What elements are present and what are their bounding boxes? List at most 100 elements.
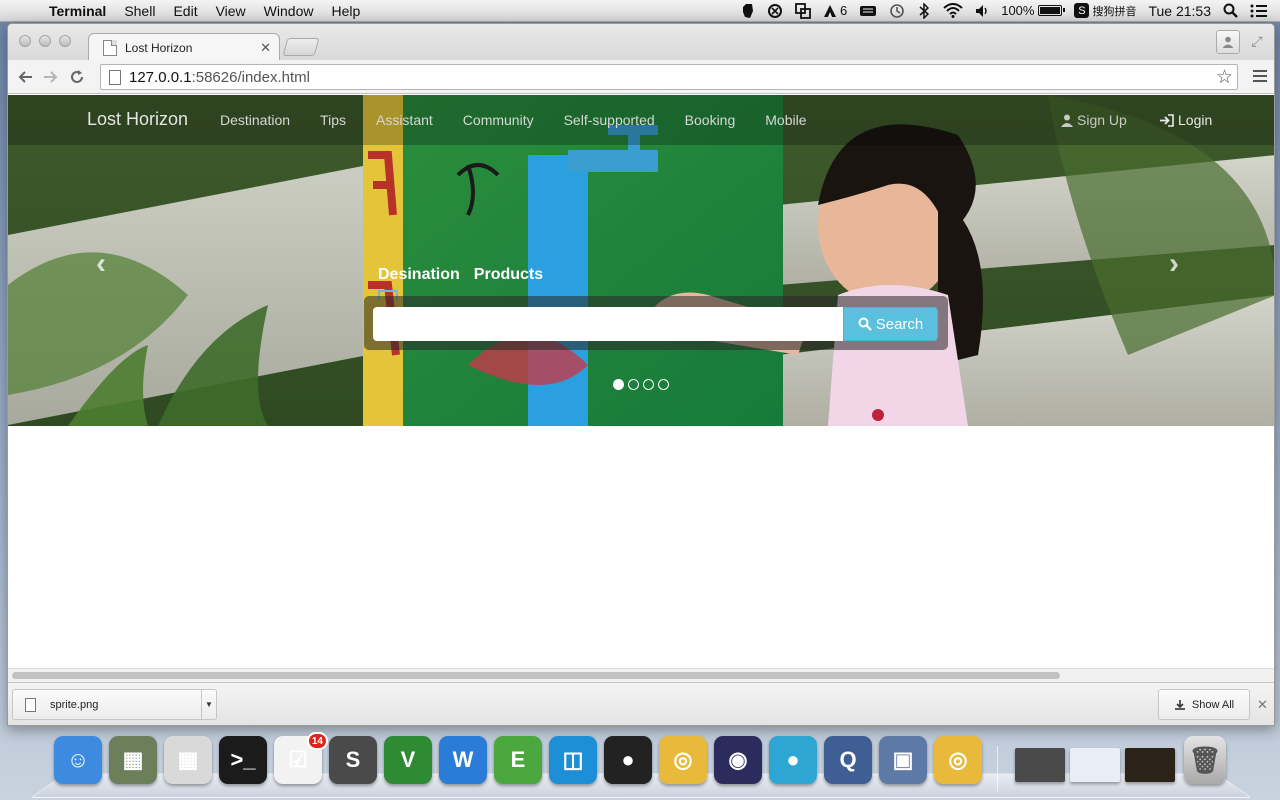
vim-icon[interactable]: V	[384, 736, 432, 784]
carousel-indicator[interactable]	[628, 379, 639, 390]
sync-status-icon[interactable]	[767, 3, 783, 19]
minimized-window-editor[interactable]	[1125, 748, 1175, 782]
horizontal-scrollbar[interactable]	[8, 668, 1274, 682]
forward-button[interactable]	[38, 64, 64, 90]
battery-status[interactable]: 100%	[1001, 3, 1066, 19]
page-icon	[109, 69, 121, 85]
carousel-next-icon[interactable]: ›	[1169, 247, 1179, 281]
tab-strip: Lost Horizon ✕ ⤢	[8, 24, 1274, 61]
evernote-status-icon[interactable]	[741, 3, 755, 19]
window-close-button[interactable]	[19, 35, 31, 47]
show-all-button[interactable]: Show All	[1158, 689, 1250, 720]
sublime-text-icon[interactable]: S	[329, 736, 377, 784]
spotlight-icon[interactable]	[1223, 3, 1238, 19]
nav-mobile[interactable]: Mobile	[765, 112, 806, 128]
page-content	[8, 426, 1274, 668]
adobe-status[interactable]: 6	[823, 3, 847, 19]
person-icon	[1222, 36, 1234, 48]
search-tab-destination[interactable]: Desination	[378, 266, 460, 284]
nav-community[interactable]: Community	[463, 112, 534, 128]
login-link[interactable]: Login	[1159, 112, 1212, 128]
iphoto-icon[interactable]: ▣	[879, 736, 927, 784]
screen-recorder-icon[interactable]: ●	[769, 736, 817, 784]
minimized-window-chrome[interactable]	[1070, 748, 1120, 782]
screen-share-icon[interactable]	[795, 2, 811, 19]
terminal-icon[interactable]: >_	[219, 736, 267, 784]
carousel-indicator[interactable]	[613, 379, 624, 390]
wunderlist-icon[interactable]: W	[439, 736, 487, 784]
back-arrow-icon	[18, 70, 32, 83]
site-navbar: Lost Horizon Destination Tips Assistant …	[8, 95, 1274, 145]
nav-booking[interactable]: Booking	[685, 112, 736, 128]
signup-label: Sign Up	[1077, 112, 1127, 128]
menu-app-name[interactable]: Terminal	[40, 3, 115, 19]
carousel-prev-icon[interactable]: ‹	[96, 247, 106, 281]
window-zoom-button[interactable]	[59, 35, 71, 47]
scrollbar-thumb[interactable]	[12, 672, 1060, 679]
finder-icon[interactable]: ☺	[54, 736, 102, 784]
nav-tips[interactable]: Tips	[320, 112, 346, 128]
wifi-icon[interactable]	[943, 3, 963, 19]
search-panel: Search	[364, 296, 948, 350]
back-button[interactable]	[12, 64, 38, 90]
tab-title: Lost Horizon	[125, 40, 193, 55]
preview-app-icon[interactable]: ▦	[109, 736, 157, 784]
profile-button[interactable]	[1216, 30, 1240, 54]
search-button-label: Search	[875, 315, 924, 333]
carousel-indicator[interactable]	[643, 379, 654, 390]
reload-button[interactable]	[64, 64, 90, 90]
menu-window[interactable]: Window	[255, 3, 323, 19]
download-item[interactable]: sprite.png ▼	[12, 689, 217, 720]
dock-separator	[997, 746, 998, 792]
file-icon	[25, 697, 36, 712]
sequel-icon[interactable]: ◫	[549, 736, 597, 784]
trash-icon[interactable]: 🗑	[1184, 736, 1226, 784]
volume-icon[interactable]	[975, 3, 989, 19]
evernote-icon[interactable]: E	[494, 736, 542, 784]
nav-assistant[interactable]: Assistant	[376, 112, 433, 128]
window-minimize-button[interactable]	[39, 35, 51, 47]
tab-lost-horizon[interactable]: Lost Horizon ✕	[88, 33, 280, 61]
qq-icon[interactable]: ●	[604, 736, 652, 784]
download-icon	[1174, 699, 1185, 710]
bluetooth-icon[interactable]	[917, 2, 931, 19]
eclipse-icon[interactable]: ◉	[714, 736, 762, 784]
search-button[interactable]: Search	[843, 307, 938, 341]
battery-percent: 100%	[1001, 3, 1035, 18]
fullscreen-icon[interactable]: ⤢	[1248, 32, 1266, 50]
site-nav-links: Destination Tips Assistant Community Sel…	[220, 112, 837, 128]
address-bar[interactable]: 127.0.0.1:58626/index.html ☆	[100, 64, 1238, 90]
clock[interactable]: Tue 21:53	[1148, 3, 1211, 19]
keyboard-icon[interactable]	[859, 3, 877, 19]
search-input[interactable]	[373, 307, 843, 341]
notification-center-icon[interactable]	[1250, 3, 1268, 19]
tab-close-icon[interactable]: ✕	[260, 40, 271, 56]
reminders-icon[interactable]: ☑ 14	[274, 732, 328, 784]
url-path: :58626/index.html	[191, 68, 310, 86]
nav-self-supported[interactable]: Self-supported	[564, 112, 655, 128]
menu-help[interactable]: Help	[322, 3, 369, 19]
time-machine-icon[interactable]	[889, 3, 905, 19]
shelf-close-icon[interactable]: ✕	[1257, 697, 1268, 713]
carousel-indicator[interactable]	[658, 379, 669, 390]
site-brand[interactable]: Lost Horizon	[87, 109, 188, 130]
bookmark-star-icon[interactable]: ☆	[1216, 66, 1233, 89]
nav-destination[interactable]: Destination	[220, 112, 290, 128]
url-host: 127.0.0.1	[129, 68, 192, 86]
quicktime-icon[interactable]: Q	[824, 736, 872, 784]
browser-menu-icon[interactable]	[1252, 68, 1268, 84]
chrome-2-icon[interactable]: ◎	[934, 736, 982, 784]
menu-view[interactable]: View	[207, 3, 255, 19]
search-tabs: Desination Products	[378, 266, 543, 300]
chrome-icon[interactable]: ◎	[659, 736, 707, 784]
new-tab-button[interactable]	[282, 38, 320, 56]
calculator-icon[interactable]: ▦	[164, 736, 212, 784]
search-tab-products[interactable]: Products	[474, 266, 543, 284]
input-method-status[interactable]: S 搜狗拼音	[1074, 3, 1136, 19]
menu-shell[interactable]: Shell	[115, 3, 164, 19]
menu-edit[interactable]: Edit	[164, 3, 206, 19]
download-menu-chevron-icon[interactable]: ▼	[201, 690, 216, 719]
carousel-indicators	[613, 379, 669, 390]
minimized-window-terminal[interactable]	[1015, 748, 1065, 782]
signup-link[interactable]: Sign Up	[1061, 112, 1127, 128]
